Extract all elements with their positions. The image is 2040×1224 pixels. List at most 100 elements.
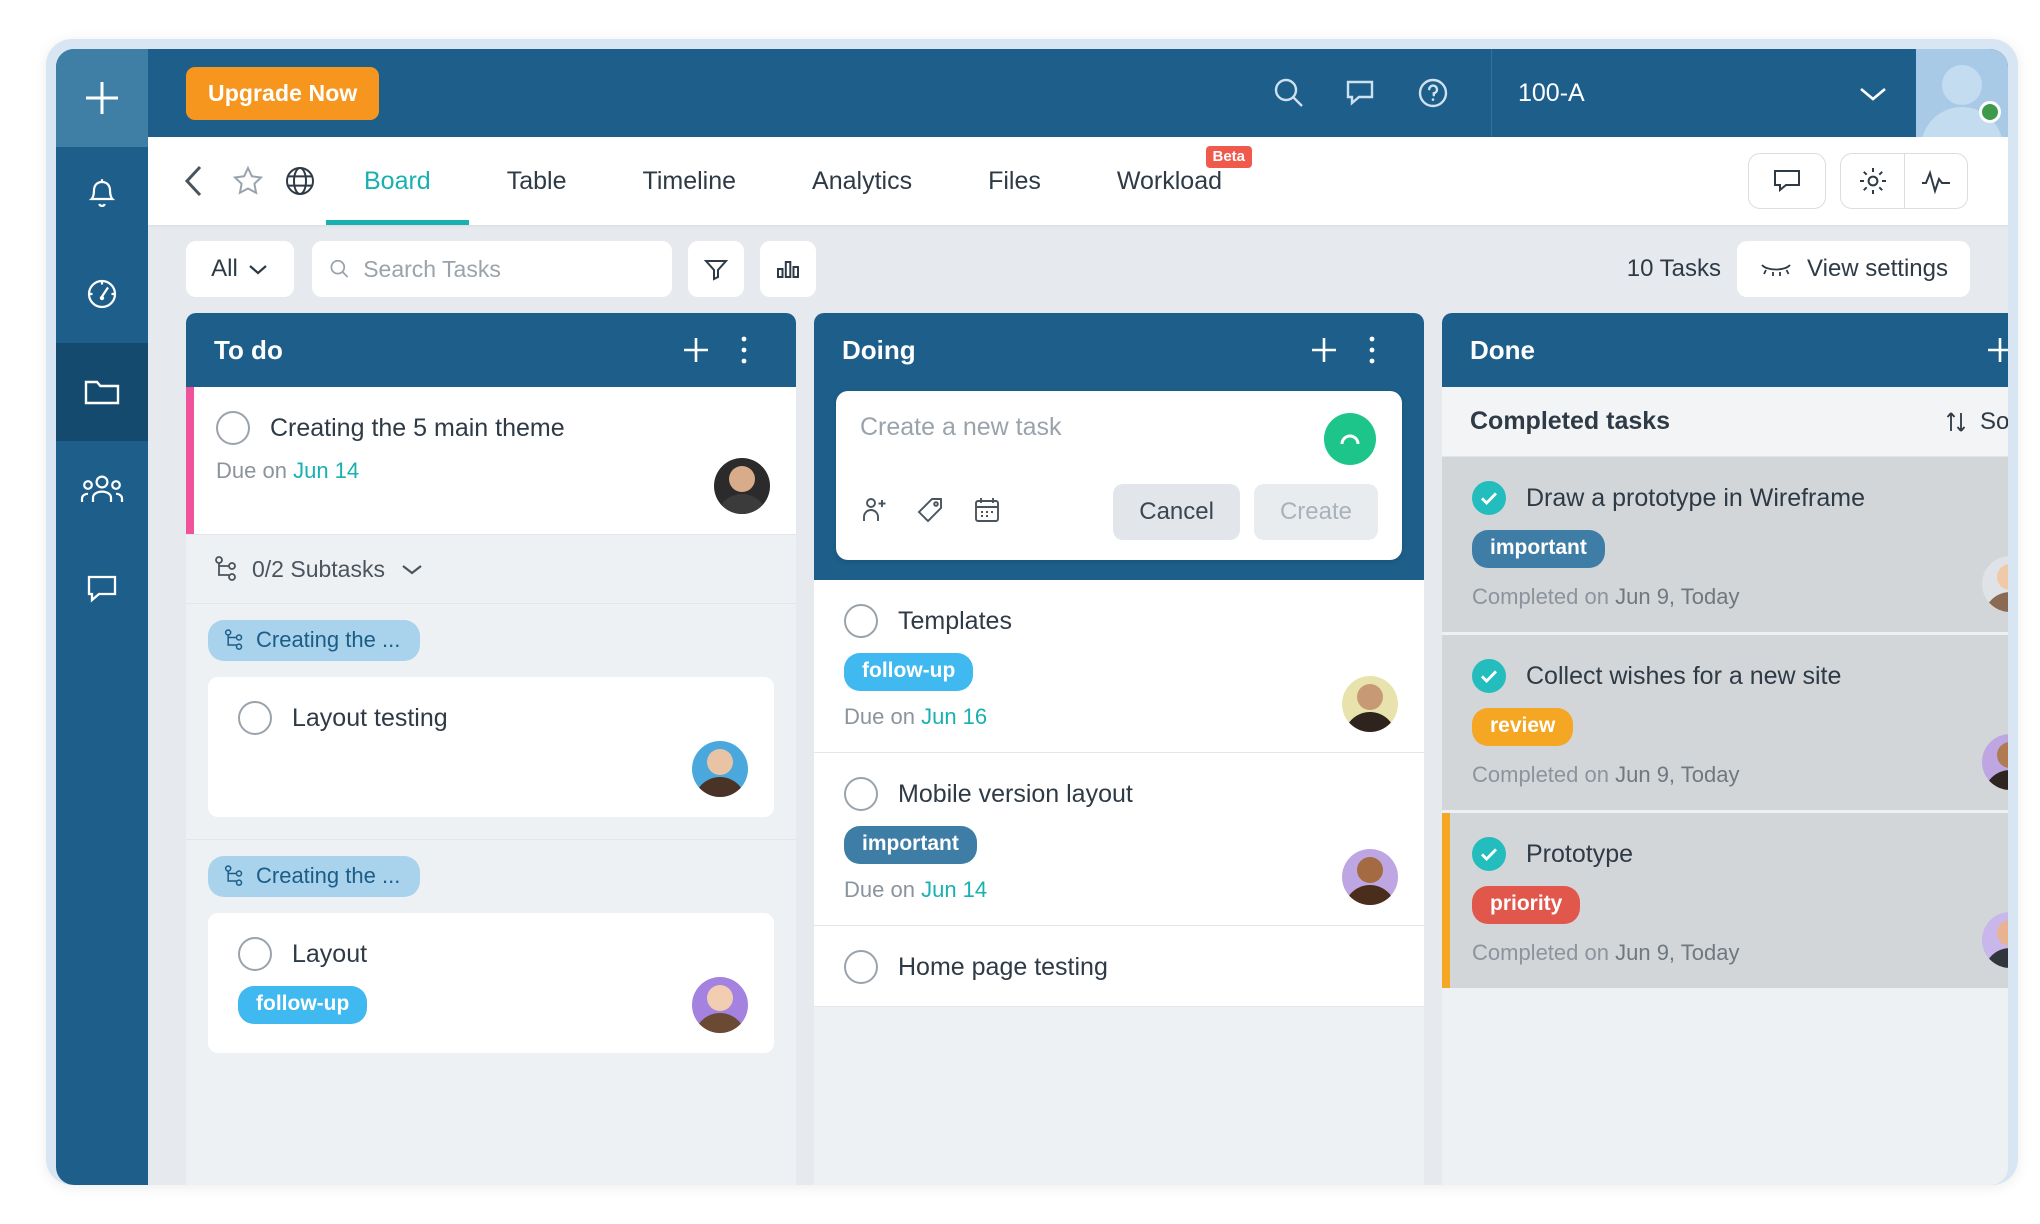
task-card[interactable]: Creating the 5 main theme Due on Jun 14 — [186, 387, 796, 535]
composer-assignee-avatar[interactable] — [1324, 413, 1376, 465]
tab-analytics[interactable]: Analytics — [774, 137, 950, 225]
add-person-button[interactable] — [860, 495, 890, 530]
task-tag[interactable]: follow-up — [844, 653, 973, 691]
task-tag[interactable]: priority — [1472, 886, 1580, 924]
task-checkbox[interactable] — [1472, 481, 1506, 515]
comments-button[interactable] — [1748, 153, 1826, 209]
column-title: To do — [214, 335, 672, 366]
header-search-button[interactable] — [1253, 49, 1325, 137]
activity-stream-button[interactable] — [1904, 153, 1968, 209]
sidebar-item-dashboard[interactable] — [56, 245, 148, 343]
sidebar-item-add[interactable] — [56, 49, 148, 147]
back-button[interactable] — [166, 162, 222, 200]
favorite-button[interactable] — [222, 164, 274, 198]
task-card[interactable]: Layout testing — [208, 677, 774, 817]
completed-task-card[interactable]: Prototype priority Completed on Jun 9, T… — [1442, 813, 2008, 991]
view-settings-button[interactable]: View settings — [1737, 241, 1970, 297]
due-date: Due on Jun 14 — [844, 877, 1396, 903]
task-card[interactable]: Templates follow-up Due on Jun 16 — [814, 580, 1424, 753]
add-task-button[interactable] — [1300, 334, 1348, 366]
subtask-icon — [224, 864, 244, 888]
task-card[interactable]: Layout follow-up — [208, 913, 774, 1053]
tab-table[interactable]: Table — [469, 137, 605, 225]
dashboard-icon — [83, 275, 121, 313]
assignee-avatar[interactable] — [714, 458, 770, 514]
sort-button[interactable]: Sort — [1944, 408, 2008, 436]
more-vertical-icon — [1368, 335, 1376, 365]
filter-button[interactable] — [688, 241, 744, 297]
chart-button[interactable] — [760, 241, 816, 297]
add-tag-button[interactable] — [916, 495, 946, 530]
task-card[interactable]: Home page testing — [814, 926, 1424, 1007]
assignee-avatar[interactable] — [1342, 849, 1398, 905]
tab-board[interactable]: Board — [326, 137, 469, 225]
tab-workload[interactable]: Beta Workload — [1079, 137, 1260, 225]
sidebar-item-team[interactable] — [56, 441, 148, 539]
sidebar-item-projects[interactable] — [56, 343, 148, 441]
parent-task-chip[interactable]: Creating the ... — [208, 856, 420, 897]
task-checkbox[interactable] — [1472, 837, 1506, 871]
task-title: Collect wishes for a new site — [1526, 662, 1841, 691]
workspace-selector[interactable]: 100-A — [1491, 49, 1916, 137]
column-title: Done — [1470, 335, 1976, 366]
task-tag[interactable]: important — [1472, 530, 1605, 568]
activity-icon — [1919, 166, 1953, 196]
task-card-row: Templates — [844, 604, 1396, 638]
assignee-avatar[interactable] — [692, 741, 748, 797]
avatar-face — [1997, 742, 2008, 768]
user-avatar[interactable] — [1916, 49, 2008, 137]
create-button[interactable]: Create — [1254, 484, 1378, 540]
parent-task-chip[interactable]: Creating the ... — [208, 620, 420, 661]
task-checkbox[interactable] — [238, 937, 272, 971]
task-checkbox[interactable] — [216, 411, 250, 445]
online-status-indicator — [1979, 101, 2001, 123]
assignee-avatar[interactable] — [1342, 676, 1398, 732]
completed-task-card[interactable]: Collect wishes for a new site review Com… — [1442, 635, 2008, 813]
search-input[interactable] — [363, 256, 656, 283]
new-task-input[interactable] — [860, 413, 1298, 442]
due-prefix: Due on — [844, 877, 915, 902]
share-public-button[interactable] — [274, 164, 326, 198]
more-vertical-icon — [740, 335, 748, 365]
settings-button[interactable] — [1840, 153, 1904, 209]
header-help-button[interactable] — [1397, 49, 1469, 137]
task-title: Layout — [292, 940, 367, 969]
filter-dropdown[interactable]: All — [186, 241, 294, 297]
column-menu-button[interactable] — [1348, 335, 1396, 365]
task-tag[interactable]: follow-up — [238, 986, 367, 1024]
task-card[interactable]: Mobile version layout important Due on J… — [814, 753, 1424, 926]
task-tag[interactable]: review — [1472, 708, 1573, 746]
kanban-board: To do — [148, 313, 2008, 1185]
subtask-toggle[interactable]: 0/2 Subtasks — [186, 535, 796, 603]
column-header: Doing — [814, 313, 1424, 387]
header-chat-button[interactable] — [1325, 49, 1397, 137]
completed-task-card[interactable]: Draw a prototype in Wireframe important … — [1442, 457, 2008, 635]
sidebar-item-messages[interactable] — [56, 539, 148, 637]
subtask-icon — [214, 555, 238, 583]
add-date-button[interactable] — [972, 495, 1002, 530]
task-checkbox[interactable] — [238, 701, 272, 735]
plus-icon — [1308, 334, 1340, 366]
completed-tasks-title: Completed tasks — [1470, 407, 1944, 436]
tab-files[interactable]: Files — [950, 137, 1079, 225]
add-task-button[interactable] — [1976, 334, 2008, 366]
avatar-body — [1984, 948, 2008, 968]
task-tag[interactable]: important — [844, 826, 977, 864]
search-container[interactable] — [312, 241, 672, 297]
task-checkbox[interactable] — [844, 604, 878, 638]
task-checkbox[interactable] — [844, 950, 878, 984]
upgrade-now-button[interactable]: Upgrade Now — [186, 67, 379, 120]
task-checkbox[interactable] — [844, 777, 878, 811]
column-menu-button[interactable] — [720, 335, 768, 365]
sidebar-item-notifications[interactable] — [56, 147, 148, 245]
completed-tasks-header: Completed tasks Sort — [1442, 387, 2008, 457]
task-title: Prototype — [1526, 840, 1633, 869]
assignee-avatar[interactable] — [692, 977, 748, 1033]
task-checkbox[interactable] — [1472, 659, 1506, 693]
add-task-button[interactable] — [672, 334, 720, 366]
completed-value: Jun 9, Today — [1615, 940, 1739, 965]
task-card-row: Mobile version layout — [844, 777, 1396, 811]
task-card-row: Draw a prototype in Wireframe — [1472, 481, 2008, 515]
cancel-button[interactable]: Cancel — [1113, 484, 1240, 540]
tab-timeline[interactable]: Timeline — [604, 137, 774, 225]
